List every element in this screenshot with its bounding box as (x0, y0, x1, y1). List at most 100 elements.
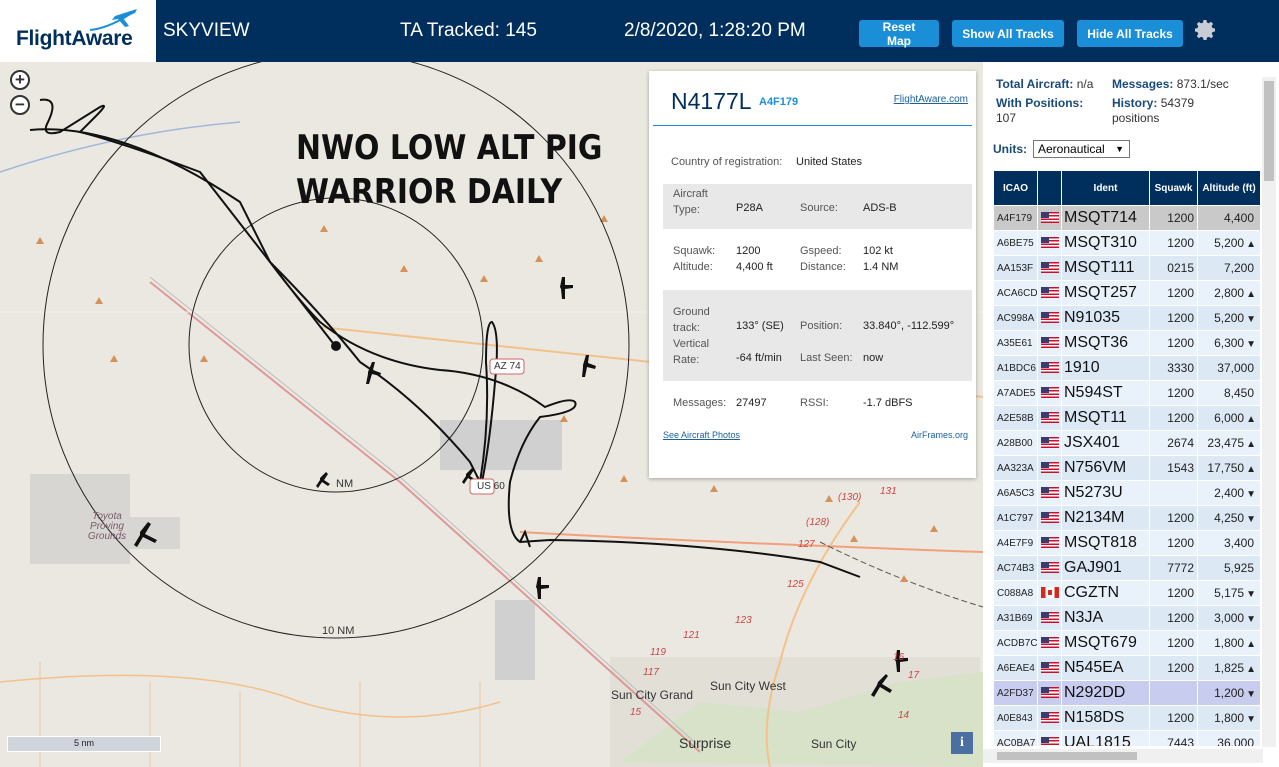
us-flag-icon (1040, 462, 1059, 474)
canada-flag-icon (1040, 587, 1059, 599)
icao-cell: A6BE75 (993, 230, 1038, 256)
horizontal-scrollbar[interactable] (983, 749, 1263, 763)
altitude-value: 4,250 (1214, 511, 1245, 525)
icao-cell: AA153F (993, 255, 1038, 281)
table-row[interactable]: AC74B3 GAJ901 7772 5,925 (993, 555, 1260, 581)
place-label: Surprise (679, 735, 732, 751)
table-row[interactable]: A2E58B MSQT11 1200 6,000 ▲ (993, 405, 1260, 431)
col-header-flag[interactable] (1037, 170, 1062, 206)
table-row[interactable]: ACA6CD MSQT257 1200 2,800 ▲ (993, 280, 1260, 306)
distance-label: Distance: (800, 261, 846, 273)
table-row[interactable]: AC998A N91035 1200 5,200 ▼ (993, 305, 1260, 331)
altitude-value: 4,400 ft (736, 261, 773, 273)
scrollbar-thumb[interactable] (1264, 81, 1274, 181)
altitude-value: 4,400 (1223, 211, 1254, 225)
source-label: Source: (800, 202, 838, 214)
squawk-cell: 1200 (1149, 405, 1198, 431)
road-number: (130) (838, 492, 862, 503)
road-number: 15 (630, 707, 642, 718)
altitude-value: 1,200 (1214, 686, 1245, 700)
rssi-label: RSSI: (800, 397, 829, 409)
table-row[interactable]: AA153F MSQT111 0215 7,200 (993, 255, 1260, 281)
vertical-scrollbar[interactable] (1262, 77, 1276, 747)
table-row[interactable]: A2FD37 N292DD 1,200 ▼ (993, 680, 1260, 706)
table-row[interactable]: A4E7F9 MSQT818 1200 3,400 (993, 530, 1260, 556)
table-row[interactable]: A6A5C3 N5273U 2,400 ▼ (993, 480, 1260, 506)
table-row[interactable]: A6BE75 MSQT310 1200 5,200 ▲ (993, 230, 1260, 256)
road-number: 117 (643, 667, 659, 678)
col-header-icao[interactable]: ICAO (993, 170, 1038, 206)
table-row[interactable]: A6EAE4 N545EA 1200 1,825 ▲ (993, 655, 1260, 681)
ident-cell: N5273U (1061, 480, 1150, 506)
table-row[interactable]: ACDB7C MSQT679 1200 1,800 ▲ (993, 630, 1260, 656)
aircraft-icao[interactable]: A4F179 (759, 96, 798, 108)
table-row[interactable]: AA323A N756VM 1543 17,750 ▲ (993, 455, 1260, 481)
aircraft-type-label: Aircraft Type: (673, 188, 708, 216)
gspeed-value: 102 kt (863, 245, 893, 257)
altitude-label: Altitude: (673, 261, 713, 273)
flag-cell (1037, 230, 1062, 256)
info-button[interactable]: i (951, 732, 973, 754)
table-row[interactable]: A1BDC6 1910 3330 37,000 (993, 355, 1260, 381)
altitude-value: 1,800 (1214, 636, 1245, 650)
table-row[interactable]: A7ADE5 N594ST 1200 8,450 (993, 380, 1260, 406)
table-row[interactable]: A1C797 N2134M 1200 4,250 ▼ (993, 505, 1260, 531)
flag-cell (1037, 605, 1062, 631)
hide-all-tracks-button[interactable]: Hide All Tracks (1077, 20, 1183, 47)
road-number: 14 (898, 710, 910, 721)
altitude-trend-icon: ▲ (1246, 414, 1256, 425)
scrollbar-thumb[interactable] (997, 752, 1137, 760)
icao-cell: A1C797 (993, 505, 1038, 531)
col-header-ident[interactable]: Ident (1061, 170, 1150, 206)
us-flag-icon (1040, 737, 1059, 746)
table-row[interactable]: C088A8 CGZTN 1200 5,175 ▼ (993, 580, 1260, 606)
altitude-value: 1,825 (1214, 661, 1245, 675)
table-row[interactable]: A28B00 JSX401 2674 23,475 ▲ (993, 430, 1260, 456)
aircraft-table-container[interactable]: ICAO Ident Squawk Altitude (ft) A4F179 MS… (993, 170, 1260, 746)
altitude-trend-icon: ▼ (1246, 614, 1256, 625)
position-label: Position: (800, 320, 843, 332)
flag-cell (1037, 255, 1062, 281)
icao-cell: A4F179 (993, 205, 1038, 231)
squawk-cell: 1200 (1149, 530, 1198, 556)
ident-cell: N2134M (1061, 505, 1150, 531)
table-row[interactable]: A0E843 N158DS 1200 1,800 ▼ (993, 705, 1260, 731)
squawk-cell: 7772 (1149, 555, 1198, 581)
ident-cell: N545EA (1061, 655, 1150, 681)
aircraft-photos-link[interactable]: See Aircraft Photos (663, 430, 740, 440)
altitude-value: 3,000 (1214, 611, 1245, 625)
show-all-tracks-button[interactable]: Show All Tracks (952, 20, 1064, 47)
flag-cell (1037, 205, 1062, 231)
squawk-cell (1149, 480, 1198, 506)
table-row[interactable]: A31B69 N3JA 1200 3,000 ▼ (993, 605, 1260, 631)
us-flag-icon (1040, 562, 1059, 574)
airframes-link[interactable]: AirFrames.org (911, 430, 968, 440)
altitude-value: 36,000 (1217, 736, 1254, 746)
icao-cell: AC74B3 (993, 555, 1038, 581)
col-header-altitude[interactable]: Altitude (ft) (1197, 170, 1260, 206)
altitude-value: 6,300 (1214, 336, 1245, 350)
total-aircraft: Total Aircraft: n/a (996, 77, 1094, 91)
col-header-squawk[interactable]: Squawk (1149, 170, 1198, 206)
units-value: Aeronautical (1038, 142, 1105, 156)
reset-map-button[interactable]: Reset Map (859, 20, 939, 48)
flightaware-logo[interactable]: FlightAware (0, 0, 156, 62)
table-row[interactable]: AC0BA7 UAL1815 7443 36,000 (993, 730, 1260, 746)
road-number: 123 (735, 615, 752, 626)
aircraft-type-value: P28A (736, 202, 763, 214)
table-row[interactable]: A4F179 MSQT714 1200 4,400 (993, 205, 1260, 231)
zoom-in-button[interactable]: + (10, 70, 30, 90)
zoom-out-button[interactable]: − (10, 95, 30, 115)
altitude-cell: 7,200 (1197, 255, 1260, 281)
distance-value: 1.4 NM (863, 261, 899, 273)
altitude-cell: 5,175 ▼ (1197, 580, 1260, 606)
flightaware-link[interactable]: FlightAware.com (894, 94, 968, 105)
units-select[interactable]: Aeronautical ▼ (1033, 140, 1130, 158)
altitude-value: 3,400 (1223, 536, 1254, 550)
altitude-trend-icon: ▼ (1246, 714, 1256, 725)
altitude-cell: 4,400 (1197, 205, 1260, 231)
table-row[interactable]: A35E61 MSQT36 1200 6,300 ▼ (993, 330, 1260, 356)
gear-icon[interactable] (1194, 18, 1218, 42)
us-flag-icon (1040, 512, 1059, 524)
road-label: US 60 (477, 481, 505, 492)
